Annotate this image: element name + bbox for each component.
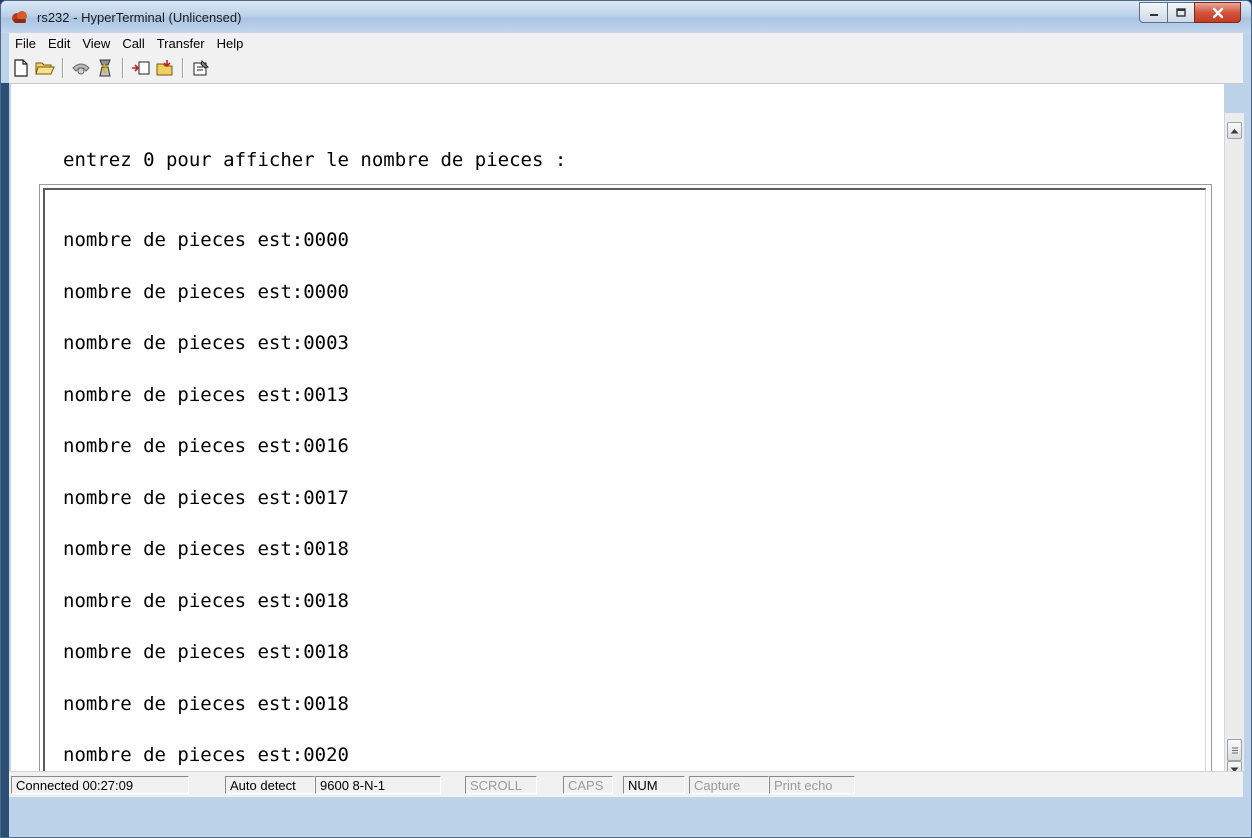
phone-disconnect-icon (72, 63, 90, 75)
terminal-output-line: nombre de pieces est:0016 (63, 435, 349, 457)
properties-icon (193, 60, 209, 76)
send-icon (132, 61, 150, 75)
disconnect-icon (99, 59, 111, 77)
disconnect-button[interactable] (93, 56, 117, 80)
menu-file[interactable]: File (9, 36, 42, 51)
status-bar: Connected 00:27:09 Auto detect 9600 8-N-… (9, 771, 1243, 797)
receive-icon (156, 60, 173, 76)
terminal-output-line: nombre de pieces est:0003 (63, 332, 349, 354)
terminal-prompt-line: entrez 0 pour afficher le nombre de piec… (63, 149, 567, 171)
menu-help[interactable]: Help (211, 36, 250, 51)
open-folder-icon (35, 62, 55, 75)
new-button[interactable] (9, 56, 33, 80)
vertical-scrollbar[interactable] (1224, 113, 1244, 778)
terminal-output-line: nombre de pieces est:0018 (63, 641, 349, 663)
terminal-output-line: nombre de pieces est:0013 (63, 384, 349, 406)
menu-transfer[interactable]: Transfer (151, 36, 211, 51)
status-capture: Capture (689, 776, 769, 794)
menu-bar: File Edit View Call Transfer Help (9, 33, 1243, 53)
scroll-thumb[interactable] (1227, 739, 1242, 761)
terminal-output-line: nombre de pieces est:0018 (63, 693, 349, 715)
hyperterminal-app-icon (12, 11, 27, 23)
toolbar (9, 53, 1243, 84)
status-connected: Connected 00:27:09 (11, 776, 189, 794)
window-bottom-edge (1, 797, 1251, 837)
window-left-edge (1, 83, 9, 837)
status-print-echo: Print echo (769, 776, 855, 794)
minimize-icon (1149, 13, 1158, 16)
close-button[interactable] (1194, 2, 1241, 23)
close-icon (1212, 7, 1223, 18)
scroll-up-button[interactable] (1227, 122, 1242, 139)
send-button[interactable] (129, 56, 153, 80)
terminal-output-line: nombre de pieces est:0020 (63, 744, 349, 766)
status-auto-detect: Auto detect (225, 776, 315, 794)
properties-button[interactable] (189, 56, 213, 80)
scroll-up-arrow-icon (1230, 128, 1239, 133)
toolbar-separator (62, 58, 64, 78)
status-num: NUM (623, 776, 685, 794)
maximize-button[interactable] (1167, 2, 1195, 23)
title-bar[interactable]: rs232 - HyperTerminal (Unlicensed) (1, 1, 1251, 33)
terminal-output-line: nombre de pieces est:0017 (63, 487, 349, 509)
toolbar-separator (182, 58, 184, 78)
terminal-frame (43, 188, 1206, 772)
toolbar-separator (122, 58, 124, 78)
open-button[interactable] (33, 56, 57, 80)
terminal-output-line: nombre de pieces est:0018 (63, 590, 349, 612)
status-scroll: SCROLL (465, 776, 537, 794)
call-button[interactable] (69, 56, 93, 80)
window-title: rs232 - HyperTerminal (Unlicensed) (37, 10, 242, 25)
menu-view[interactable]: View (76, 36, 116, 51)
terminal-top-area (11, 84, 1224, 113)
minimize-button[interactable] (1139, 2, 1168, 23)
status-port-settings: 9600 8-N-1 (315, 776, 441, 794)
menu-call[interactable]: Call (116, 36, 150, 51)
terminal-output-line: nombre de pieces est:0000 (63, 229, 349, 251)
maximize-icon (1176, 7, 1186, 17)
terminal-output-line: nombre de pieces est:0018 (63, 538, 349, 560)
hyperterminal-window: rs232 - HyperTerminal (Unlicensed) File … (0, 0, 1252, 838)
terminal-output-line: nombre de pieces est:0000 (63, 281, 349, 303)
status-caps: CAPS (563, 776, 613, 794)
menu-edit[interactable]: Edit (42, 36, 76, 51)
new-file-icon (14, 59, 28, 77)
receive-button[interactable] (153, 56, 177, 80)
grip-icon (1231, 747, 1238, 753)
